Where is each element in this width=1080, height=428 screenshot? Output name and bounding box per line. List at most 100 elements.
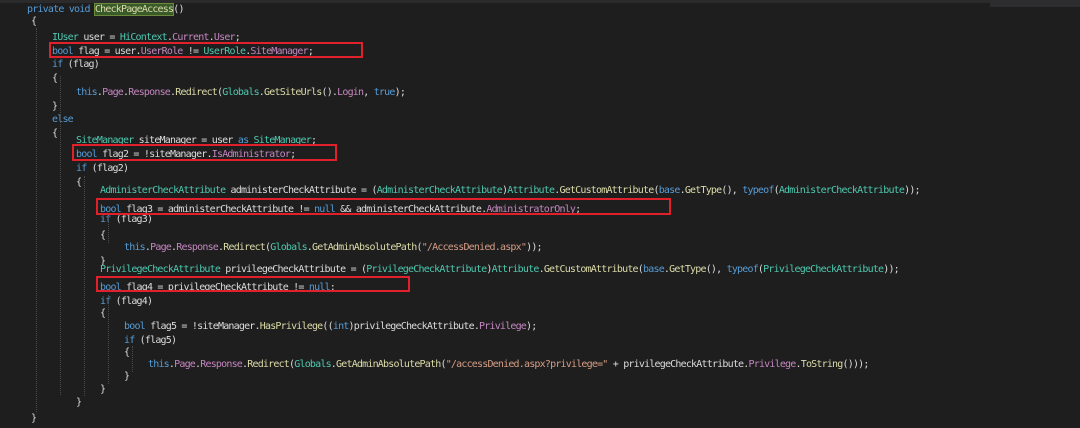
code-token: GetCustomAttribute <box>559 185 654 196</box>
code-token: GetType <box>669 264 706 275</box>
code-editor[interactable]: private void CheckPageAccess(){IUser use… <box>0 0 1080 428</box>
code-token: { <box>31 16 37 27</box>
code-token: { <box>100 230 106 241</box>
code-line: } <box>76 396 82 410</box>
code-token: ToString <box>800 359 844 370</box>
code-token: } <box>124 371 130 382</box>
code-line: { <box>124 346 130 360</box>
code-token: typeof <box>726 264 759 275</box>
code-token: Page <box>174 359 196 370</box>
code-line: private void CheckPageAccess() <box>27 3 185 17</box>
code-token: )); <box>526 242 542 253</box>
code-token: Attribute <box>491 264 540 275</box>
code-token: GetSiteUrls <box>264 87 322 98</box>
code-line: AdministerCheckAttribute administerCheck… <box>100 184 921 198</box>
code-token: HasPrivilege <box>259 321 323 332</box>
code-token: "/AccessDenied.aspx" <box>421 242 527 253</box>
code-token: ); <box>394 87 406 98</box>
code-line: { <box>52 127 58 141</box>
code-token: this <box>148 359 170 370</box>
code-token: Privilege <box>748 359 797 370</box>
code-token: + privilegeCheckAttribute. <box>607 359 750 370</box>
code-line: } <box>31 412 37 426</box>
code-token: private <box>27 4 64 15</box>
code-line: { <box>100 307 106 321</box>
code-line: this.Page.Response.Redirect(Globals.GetA… <box>124 241 543 255</box>
code-token: )); <box>904 185 920 196</box>
code-line: this.Page.Response.Redirect(Globals.GetS… <box>76 86 406 100</box>
code-token: Redirect <box>175 87 218 98</box>
code-token: if <box>124 335 135 346</box>
code-token: (flag2) <box>86 163 129 174</box>
code-line: else <box>52 113 74 127</box>
code-token: (). <box>321 87 338 98</box>
code-token: (flag5) <box>134 335 177 346</box>
code-token: { <box>76 177 82 188</box>
code-token: "/accessDenied.aspx?privilege=" <box>445 359 609 370</box>
code-token: PrivilegeCheckAttribute <box>100 264 221 275</box>
code-token: PrivilegeCheckAttribute <box>763 264 884 275</box>
code-token: (), <box>705 264 727 275</box>
code-token: ); <box>526 321 537 332</box>
code-token: GetCustomAttribute <box>543 264 639 275</box>
code-line: PrivilegeCheckAttribute privilegeCheckAt… <box>100 263 900 277</box>
code-token: } <box>100 384 106 395</box>
code-token: GetType <box>684 185 722 196</box>
editor-top-right-panel <box>990 0 1080 7</box>
code-line: } <box>124 370 130 384</box>
indent-guide <box>84 176 85 396</box>
code-token: this <box>124 242 146 253</box>
indent-guide <box>108 295 109 384</box>
code-token: AdministerCheckAttribute <box>778 185 905 196</box>
highlight-box-flag3 <box>96 198 671 215</box>
code-token: if <box>76 163 87 174</box>
code-line: { <box>52 72 58 86</box>
code-token: (flag3) <box>110 214 153 225</box>
code-token: PrivilegeCheckAttribute <box>366 264 487 275</box>
code-token: { <box>124 347 130 358</box>
code-line: } <box>100 383 106 397</box>
code-token: Response <box>128 87 171 98</box>
code-token: Globals <box>270 242 307 253</box>
code-token: Response <box>176 242 219 253</box>
indent-guide <box>36 28 37 412</box>
code-token: Privilege <box>479 321 527 332</box>
code-token: } <box>52 101 58 112</box>
indent-guide <box>60 76 61 395</box>
code-token: base <box>658 185 681 196</box>
code-token: ())); <box>842 359 870 370</box>
code-token: (flag) <box>62 59 100 70</box>
code-token: { <box>52 128 58 139</box>
code-token: )); <box>883 264 899 275</box>
code-token: } <box>76 397 82 408</box>
code-token: else <box>52 114 74 125</box>
code-token: , <box>363 87 374 98</box>
code-token: GetAdminAbsolutePath <box>312 242 417 253</box>
code-token: (flag4) <box>110 296 153 307</box>
code-token: Page <box>150 242 172 253</box>
code-token: Globals <box>294 359 331 370</box>
code-line: bool flag5 = !siteManager.HasPrivilege((… <box>124 320 537 334</box>
code-token: if <box>52 59 63 70</box>
code-token: void <box>68 4 91 15</box>
code-token: bool <box>124 321 146 332</box>
code-line: if (flag) <box>52 58 100 72</box>
indent-guide <box>108 213 109 243</box>
code-token: { <box>52 73 58 84</box>
highlight-box-flag <box>49 42 363 58</box>
code-line: if (flag2) <box>76 162 129 176</box>
code-token: privilegeCheckAttribute = ( <box>220 264 367 275</box>
code-token: (), <box>721 185 743 196</box>
code-token: typeof <box>742 185 774 196</box>
code-token: flag5 = !siteManager. <box>144 321 260 332</box>
code-line: { <box>76 176 82 190</box>
code-token: Login <box>337 87 364 98</box>
code-token: CheckPageAccess <box>93 3 175 16</box>
code-token: Redirect <box>223 242 266 253</box>
code-token: Attribute <box>507 185 555 196</box>
code-token: Globals <box>222 87 259 98</box>
code-token: Response <box>200 359 243 370</box>
code-token: () <box>173 4 184 15</box>
code-token: Redirect <box>247 359 290 370</box>
code-token: this <box>76 87 98 98</box>
